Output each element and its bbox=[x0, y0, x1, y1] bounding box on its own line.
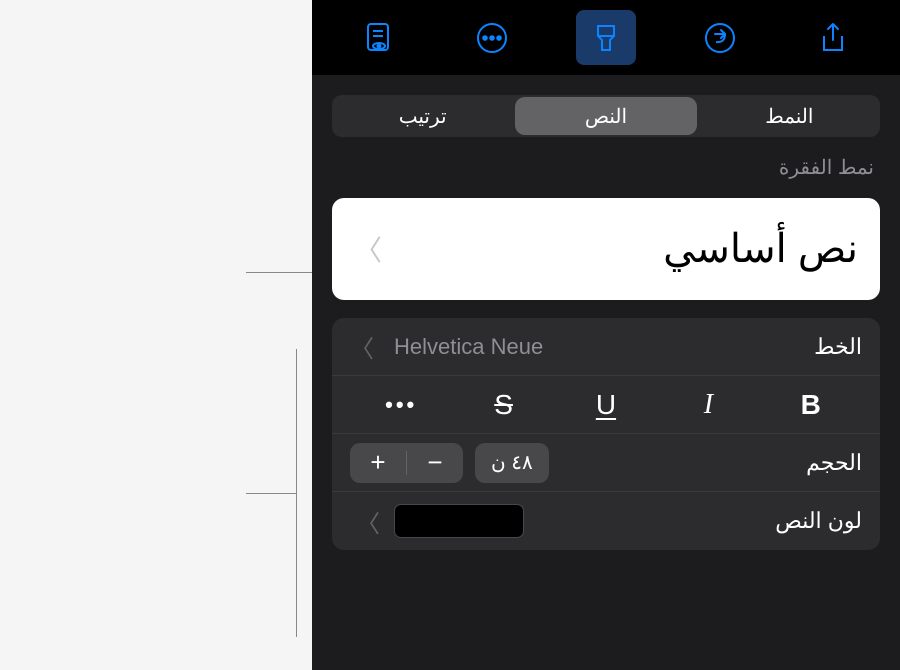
chevron-left-icon: 〈 bbox=[356, 504, 380, 539]
more-circle-icon bbox=[474, 20, 510, 56]
size-stepper: + − bbox=[350, 443, 463, 483]
document-view-button[interactable] bbox=[349, 10, 409, 65]
text-color-swatch[interactable] bbox=[394, 504, 524, 538]
redo-button[interactable] bbox=[690, 10, 750, 65]
size-label: الحجم bbox=[806, 450, 862, 476]
text-controls-group: 〈 Helvetica Neue الخط ••• S U I B + − bbox=[332, 318, 880, 550]
format-row: ••• S U I B bbox=[332, 376, 880, 434]
paragraph-style-selector[interactable]: 〈 نص أساسي bbox=[332, 198, 880, 300]
toolbar bbox=[312, 0, 900, 75]
bold-button[interactable]: B bbox=[767, 383, 855, 427]
font-label: الخط bbox=[814, 334, 862, 360]
underline-button[interactable]: U bbox=[562, 383, 650, 427]
tab-style[interactable]: النمط bbox=[699, 95, 880, 137]
more-formatting-button[interactable]: ••• bbox=[357, 383, 445, 427]
chevron-left-icon: 〈 bbox=[350, 329, 374, 364]
size-controls: + − ٤٨ ن bbox=[350, 443, 549, 483]
inspector-content: ترتيب النص النمط نمط الفقرة 〈 نص أساسي 〈… bbox=[312, 75, 900, 670]
paragraph-style-label: نمط الفقرة bbox=[332, 155, 880, 180]
more-button[interactable] bbox=[462, 10, 522, 65]
text-color-label: لون النص bbox=[775, 508, 862, 534]
tab-text[interactable]: النص bbox=[515, 97, 696, 135]
tab-arrange[interactable]: ترتيب bbox=[332, 95, 513, 137]
share-button[interactable] bbox=[803, 10, 863, 65]
callout-line bbox=[296, 349, 297, 637]
redo-circle-icon bbox=[702, 20, 738, 56]
font-row[interactable]: 〈 Helvetica Neue الخط bbox=[332, 318, 880, 376]
size-row: + − ٤٨ ن الحجم bbox=[332, 434, 880, 492]
inspector-tabs: ترتيب النص النمط bbox=[332, 95, 880, 137]
chevron-left-icon: 〈 bbox=[354, 229, 382, 269]
text-color-row[interactable]: 〈 لون النص bbox=[332, 492, 880, 550]
italic-button[interactable]: I bbox=[664, 383, 752, 427]
share-icon bbox=[815, 20, 851, 56]
size-decrease-button[interactable]: − bbox=[407, 443, 463, 483]
callout-line bbox=[246, 493, 296, 494]
size-increase-button[interactable]: + bbox=[350, 443, 406, 483]
size-value-pill[interactable]: ٤٨ ن bbox=[475, 443, 549, 483]
paragraph-style-value: نص أساسي bbox=[382, 226, 858, 272]
document-view-icon bbox=[361, 20, 397, 56]
brush-icon bbox=[588, 20, 624, 56]
font-name-value: Helvetica Neue bbox=[394, 334, 800, 360]
format-brush-button[interactable] bbox=[576, 10, 636, 65]
inspector-panel: ترتيب النص النمط نمط الفقرة 〈 نص أساسي 〈… bbox=[312, 0, 900, 670]
strikethrough-button[interactable]: S bbox=[460, 383, 548, 427]
